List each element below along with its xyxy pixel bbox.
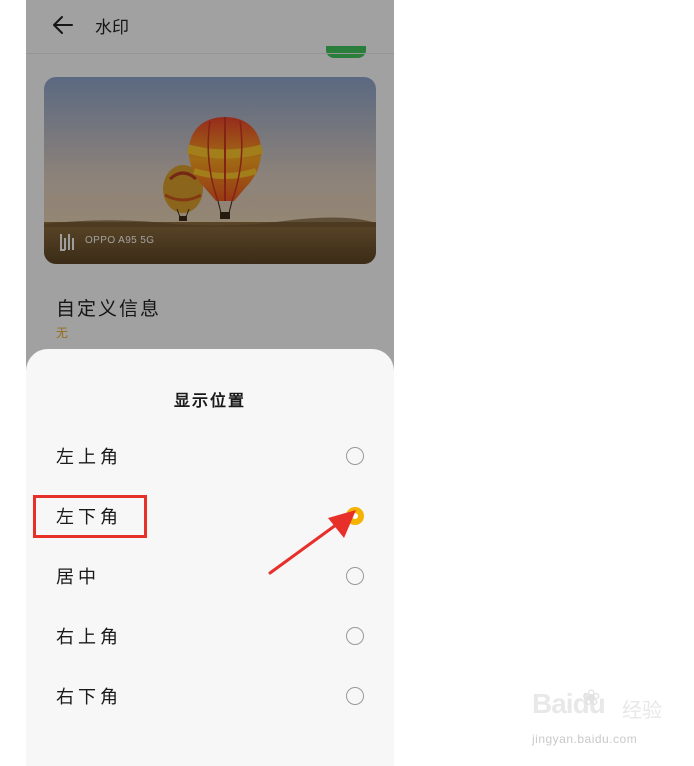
option-top-right[interactable]: 右上角 [26,609,394,665]
paw-icon: ❀ [582,686,601,711]
watermark-url: jingyan.baidu.com [532,732,638,746]
option-label: 左上角 [56,447,122,468]
sheet-title: 显示位置 [173,391,246,410]
baidu-jingyan-watermark: Baidu ❀ 经验 jingyan.baidu.com [532,686,672,754]
radio-button[interactable] [346,687,364,705]
option-top-left[interactable]: 左上角 [26,429,394,485]
phone-screen: 水印 OPPO A95 5G 自定义信息 无 显示位置 左上角 左下角 居中 右… [26,0,394,766]
option-label: 居中 [56,567,100,588]
radio-button[interactable] [346,447,364,465]
option-bottom-right[interactable]: 右下角 [26,669,394,725]
annotation-highlight-box [33,495,147,538]
option-label: 右上角 [56,627,122,648]
annotation-arrow-icon [268,510,356,575]
option-label: 右下角 [56,687,122,708]
watermark-brand-suffix: 经验 [622,698,662,722]
radio-button[interactable] [346,627,364,645]
